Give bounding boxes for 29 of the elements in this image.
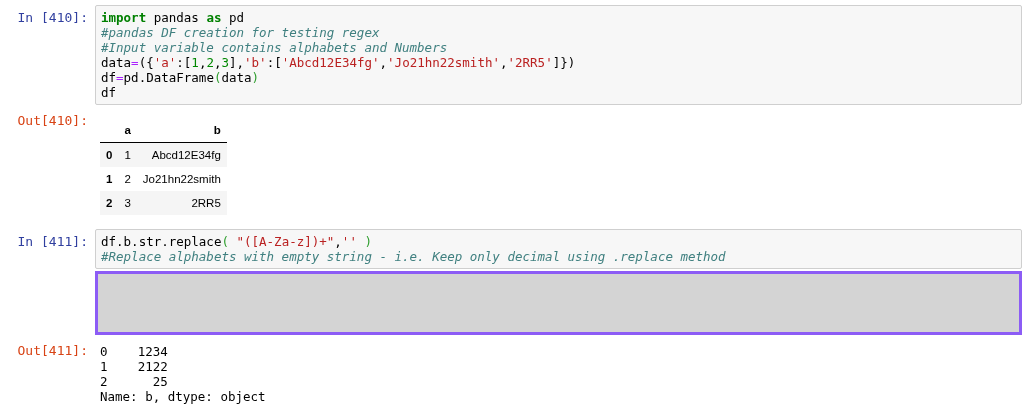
code-line: df.b.str.replace( "([A-Za-z])+",'' ) — [101, 234, 373, 249]
table-cell: Abcd12E34fg — [136, 142, 227, 167]
code-line: data=({'a':[1,2,3],'b':['Abcd12E34fg','Jo21hn22smith','2RR5']}) — [101, 55, 577, 70]
output-prompt: Out[410]: — [16, 113, 89, 130]
row-index: 2 — [100, 191, 119, 215]
code-line: import pandas as pd — [101, 10, 245, 25]
table-cell: 2 — [118, 167, 137, 191]
code-line: df — [101, 85, 118, 100]
code-cell[interactable]: df.b.str.replace( "([A-Za-z])+",'' ) #Replace alphabets with empty string - i.e. Keep only decimal using .replace method — [95, 229, 1022, 269]
code-line: #Input variable contains alphabets and Numbers — [101, 40, 449, 55]
input-prompt: In [411]: — [16, 233, 89, 251]
table-cell: 2RR5 — [136, 191, 227, 215]
code-line: #Replace alphabets with empty string - i.e. Keep only decimal using .replace method — [101, 249, 727, 264]
output-line: 2 25 — [100, 374, 169, 389]
row-index: 0 — [100, 142, 119, 167]
table-cell: 1 — [118, 142, 137, 167]
table-cell: 3 — [118, 191, 137, 215]
row-index: 1 — [100, 167, 119, 191]
column-header: b — [136, 118, 227, 143]
table-cell: Jo21hn22smith — [136, 167, 227, 191]
output-line: Name: b, dtype: object — [100, 389, 266, 404]
output-line: 1 2122 — [100, 359, 169, 374]
code-cell[interactable]: import pandas as pd #pandas DF creation for testing regex #Input variable contains alphabets and Numbers data=({'a':[1,2,3],'b':['Abcd12E34fg','Jo21hn22smith','2RR5']}) df=pd.DataFrame(data) df — [95, 5, 1022, 105]
code-line: df=pd.DataFrame(data) — [101, 70, 261, 85]
code-line: #pandas DF creation for testing regex — [101, 25, 381, 40]
output-prompt: Out[411]: — [16, 343, 89, 360]
output-line: 0 1234 — [100, 344, 169, 359]
input-prompt: In [410]: — [16, 9, 89, 27]
column-header: a — [118, 118, 137, 143]
